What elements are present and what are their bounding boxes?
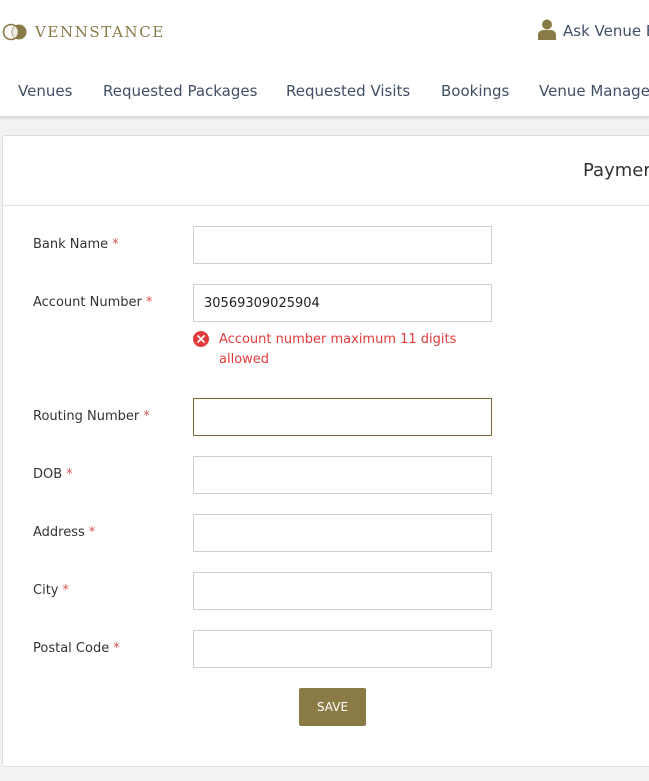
address-label: Address * [33,525,96,540]
nav-item-requested-visits[interactable]: Requested Visits [286,80,410,102]
nav-item-venues[interactable]: Venues [18,80,72,102]
dob-label: DOB * [33,467,73,482]
venn-circles-logo-icon [2,23,30,41]
nav-item-requested-packages[interactable]: Requested Packages [103,80,257,102]
nav-item-bookings[interactable]: Bookings [441,80,509,102]
ask-venue-expert-link[interactable]: Ask Venue E [538,19,649,44]
error-circle-icon [193,331,209,351]
required-asterisk: * [66,467,73,482]
routing-number-label: Routing Number * [33,409,150,424]
required-asterisk: * [112,237,119,252]
required-asterisk: * [62,583,69,598]
account-number-input[interactable] [193,284,492,322]
main-nav: Venues Requested Packages Requested Visi… [0,80,649,102]
address-input[interactable] [193,514,492,552]
required-asterisk: * [145,295,153,310]
payment-form-card: Paymer Bank Name* Account Number* Accoun… [2,135,649,767]
dob-input[interactable] [193,456,492,494]
user-icon [538,19,556,44]
city-input[interactable] [193,572,492,610]
card-header: Paymer [3,136,649,206]
bank-name-label: Bank Name * [33,237,119,252]
ask-venue-label: Ask Venue E [563,22,649,40]
postal-code-input[interactable] [193,630,492,668]
routing-number-input[interactable] [193,398,492,436]
brand-logo[interactable]: VENNSTANCE [2,22,165,42]
account-number-label: Account Number * [33,295,153,310]
nav-item-venue-manager[interactable]: Venue Manager [539,80,649,102]
bank-name-input[interactable] [193,226,492,264]
required-asterisk: * [143,409,150,424]
error-message: Account number maximum 11 digits allowed [219,332,457,367]
city-label: City * [33,583,69,598]
top-header: VENNSTANCE Ask Venue E Venues Requested … [0,0,649,117]
postal-code-label: Postal Code * [33,641,120,656]
account-number-error: Account number maximum 11 digits allowed [193,330,493,370]
page-title: Paymer [583,160,649,181]
save-button[interactable]: SAVE [299,688,366,726]
required-asterisk: * [88,525,96,540]
brand-name: VENNSTANCE [35,23,165,41]
required-asterisk: * [113,641,120,656]
